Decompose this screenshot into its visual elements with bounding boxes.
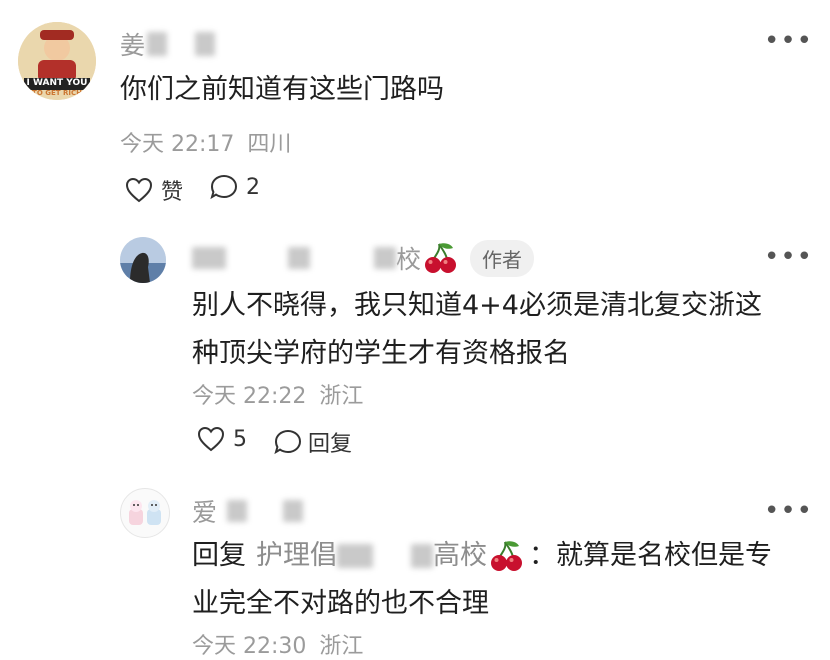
reply-time: 今天 22:30 xyxy=(192,634,307,659)
username-redacted xyxy=(337,544,373,568)
author-badge: 作者 xyxy=(470,240,534,277)
more-options-icon[interactable]: ••• xyxy=(764,498,813,524)
reply-to-name[interactable]: 护理倡 高校 xyxy=(256,532,523,580)
reply-content-line: 种顶尖学府的学生才有资格报名 xyxy=(192,338,570,369)
avatar-cartoon xyxy=(129,500,161,525)
avatar-subcaption: TO GET RICH xyxy=(32,89,82,97)
username-visible-char: 姜 xyxy=(120,31,146,60)
comment-bubble-icon xyxy=(274,429,302,455)
comment-bubble-icon xyxy=(210,174,238,200)
cherry-icon xyxy=(491,541,522,571)
like-label: 赞 xyxy=(161,180,184,205)
comment-content: 你们之前知道有这些门路吗 xyxy=(120,74,444,105)
comment-meta: 今天 22:17 四川 xyxy=(120,126,291,158)
reply-content: 回复 护理倡 高校 ：就算是名校但是专 业完全不对路的也不合理 xyxy=(192,532,772,628)
reply-content: 别人不晓得，我只知道4+4必须是清北复交浙这 种顶尖学府的学生才有资格报名 xyxy=(192,282,762,378)
more-options-icon[interactable]: ••• xyxy=(764,244,813,270)
username-redacted xyxy=(411,544,433,568)
avatar-caption: I WANT YOU xyxy=(26,78,88,88)
reply-count-button[interactable]: 2 xyxy=(210,174,260,200)
reply-username[interactable]: 校 xyxy=(192,240,457,276)
username-redacted xyxy=(195,32,216,56)
reply-location: 浙江 xyxy=(319,384,364,409)
reply-like-button[interactable]: 5 xyxy=(197,426,247,452)
reply-meta: 今天 22:30 浙江 xyxy=(192,628,363,660)
username-redacted xyxy=(227,500,248,522)
username-visible-tail: 校 xyxy=(396,245,422,274)
comment-time: 今天 22:17 xyxy=(120,132,235,157)
cherry-icon xyxy=(425,243,457,273)
comment-username[interactable]: 姜 xyxy=(120,26,216,62)
reply-meta: 今天 22:22 浙江 xyxy=(192,378,363,410)
like-count: 5 xyxy=(233,426,247,452)
username-redacted xyxy=(288,247,310,269)
more-options-icon[interactable]: ••• xyxy=(764,28,813,54)
user-avatar[interactable]: I WANT YOU TO GET RICH xyxy=(18,22,96,100)
reply-username[interactable]: 爱 xyxy=(192,493,304,529)
reply-to-head: 护理倡 xyxy=(256,540,337,571)
heart-icon xyxy=(125,177,153,203)
username-redacted xyxy=(192,247,226,269)
heart-icon xyxy=(197,426,225,452)
avatar-photo xyxy=(120,237,166,283)
like-button[interactable]: 赞 xyxy=(125,174,183,206)
username-visible-char: 爱 xyxy=(192,498,218,527)
reply-label: 回复 xyxy=(308,432,353,457)
username-redacted xyxy=(374,247,396,269)
reply-to-tail: 高校 xyxy=(433,540,487,571)
comment-location: 四川 xyxy=(247,132,292,157)
reply-avatar[interactable] xyxy=(120,237,166,283)
reply-avatar[interactable] xyxy=(120,488,170,538)
reply-time: 今天 22:22 xyxy=(192,384,307,409)
reply-prefix: 回复 xyxy=(192,540,246,571)
reply-content-line: 别人不晓得，我只知道4+4必须是清北复交浙这 xyxy=(192,290,762,321)
reply-content-text: ：就算是名校但是专 xyxy=(529,540,772,571)
reply-location: 浙江 xyxy=(319,634,364,659)
reply-count: 2 xyxy=(246,174,260,200)
reply-button[interactable]: 回复 xyxy=(274,426,352,458)
reply-content-line: 回复 护理倡 高校 ：就算是名校但是专 xyxy=(192,532,772,580)
username-redacted xyxy=(283,500,304,522)
reply-content-line: 业完全不对路的也不合理 xyxy=(192,588,489,619)
username-redacted xyxy=(147,32,168,56)
